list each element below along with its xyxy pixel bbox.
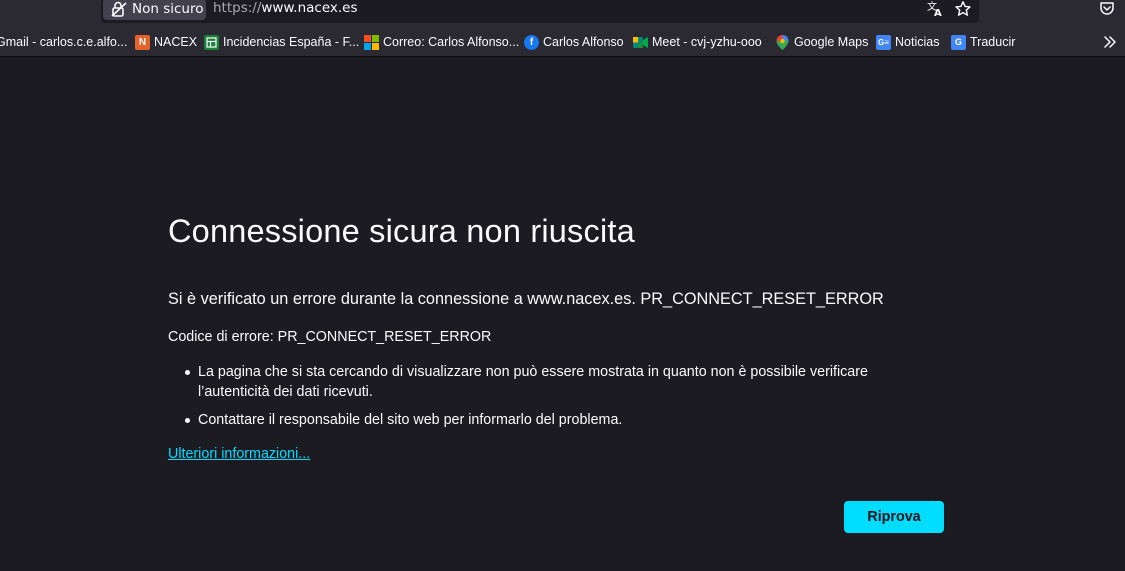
facebook-icon: f <box>524 34 539 50</box>
nacex-icon: N <box>135 34 150 50</box>
error-reasons-list: La pagina che si sta cercando di visuali… <box>168 362 928 438</box>
retry-button[interactable]: Riprova <box>844 501 944 533</box>
site-identity-button[interactable]: Non sicuro <box>103 0 206 20</box>
bookmark-facebook[interactable]: f Carlos Alfonso <box>524 34 624 50</box>
sheets-icon <box>204 34 219 50</box>
bookmark-label: Meet - cvj-yzhu-ooo <box>652 35 762 49</box>
bookmark-incidencias[interactable]: Incidencias España - F... <box>204 34 359 50</box>
microsoft-icon <box>364 34 379 50</box>
pocket-icon[interactable] <box>1098 0 1116 18</box>
error-page: Connessione sicura non riuscita Si è ver… <box>0 58 1125 571</box>
bookmark-star-icon[interactable] <box>954 0 972 18</box>
translate-icon[interactable]: 文 A <box>926 0 944 18</box>
list-item: La pagina che si sta cercando di visuali… <box>168 362 928 402</box>
learn-more-link[interactable]: Ulteriori informazioni... <box>168 446 310 462</box>
navigation-toolbar: Non sicuro https://www.nacex.es 文 A <box>0 0 1125 26</box>
bookmark-label: Incidencias España - F... <box>223 35 360 49</box>
bookmark-google-maps[interactable]: Google Maps <box>775 34 868 50</box>
news-icon: G≡ <box>876 34 891 50</box>
bookmark-noticias[interactable]: G≡ Noticias <box>876 34 939 50</box>
bookmark-label: Traducir <box>970 35 1016 49</box>
error-title: Connessione sicura non riuscita <box>168 213 635 249</box>
translate-icon: G <box>951 34 966 50</box>
error-code: Codice di errore: PR_CONNECT_RESET_ERROR <box>168 329 492 345</box>
bookmark-nacex[interactable]: N NACEX <box>135 34 197 50</box>
not-secure-label: Non sicuro <box>132 1 204 17</box>
bookmark-label: Google Maps <box>794 35 869 49</box>
url-scheme: https:// <box>213 0 262 16</box>
bookmark-label: Carlos Alfonso <box>543 35 624 49</box>
bookmark-traducir[interactable]: G Traducir <box>951 34 1015 50</box>
bookmark-label: Gmail - carlos.c.e.alfo... <box>0 35 128 49</box>
bookmark-gmail[interactable]: Gmail - carlos.c.e.alfo... <box>0 34 127 50</box>
url-text[interactable]: https://www.nacex.es <box>213 0 358 16</box>
chevron-right-icon[interactable] <box>1102 34 1118 50</box>
error-summary: Si è verificato un errore durante la con… <box>168 290 884 308</box>
maps-icon <box>775 34 790 50</box>
meet-icon <box>633 35 648 50</box>
bookmark-label: Correo: Carlos Alfonso... <box>383 35 520 49</box>
bookmark-label: Noticias <box>895 35 940 49</box>
url-host: www.nacex.es <box>261 0 358 16</box>
svg-text:A: A <box>934 8 942 18</box>
bookmark-meet[interactable]: Meet - cvj-yzhu-ooo <box>633 34 762 50</box>
bookmark-label: NACEX <box>154 35 198 49</box>
bookmarks-toolbar: Gmail - carlos.c.e.alfo... N NACEX Incid… <box>0 26 1125 57</box>
insecure-lock-icon <box>111 1 127 17</box>
list-item: Contattare il responsabile del sito web … <box>168 410 928 430</box>
bookmark-correo[interactable]: Correo: Carlos Alfonso... <box>364 34 519 50</box>
